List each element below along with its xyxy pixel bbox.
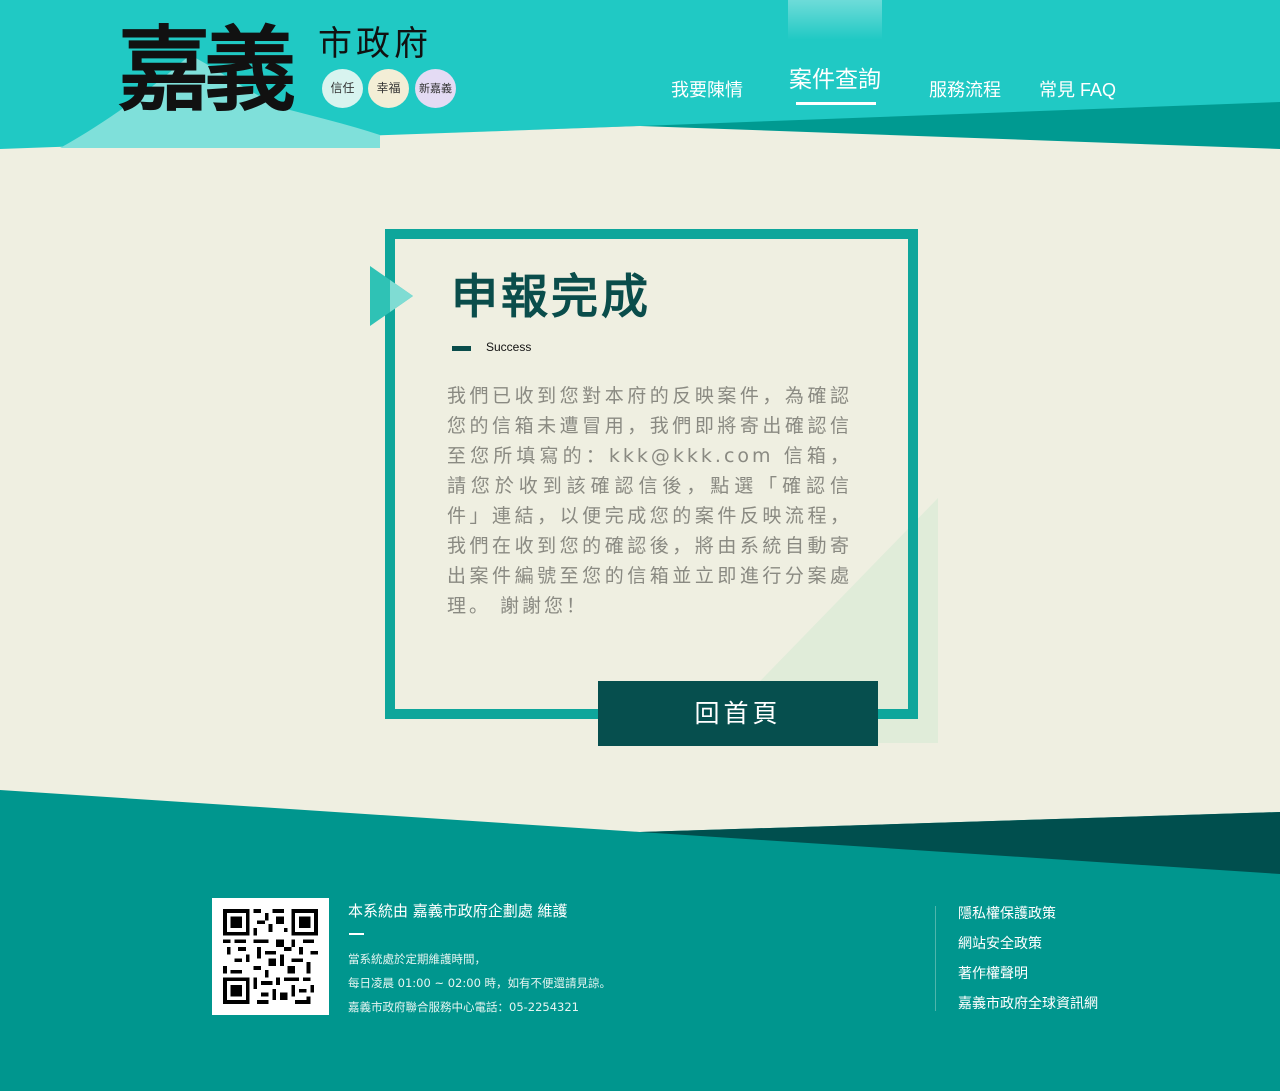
badge-happiness: 幸福 bbox=[368, 69, 409, 108]
privacy-policy-link[interactable]: 隱私權保護政策 bbox=[958, 903, 1056, 923]
success-message: 我們已收到您對本府的反映案件，為確認您的信箱未遭冒用，我們即將寄出確認信至您所填… bbox=[447, 385, 852, 617]
active-nav-underline bbox=[796, 102, 876, 105]
security-policy-link[interactable]: 網站安全政策 bbox=[958, 933, 1042, 953]
back-home-button[interactable]: 回首頁 bbox=[598, 681, 878, 746]
nav-case-query[interactable]: 案件查詢 bbox=[789, 60, 881, 94]
badge-new-chiayi: 新嘉義 bbox=[415, 69, 456, 108]
nav-service-process[interactable]: 服務流程 bbox=[929, 76, 1001, 102]
copyright-link[interactable]: 著作權聲明 bbox=[958, 963, 1028, 983]
title-dash bbox=[452, 346, 471, 351]
footer-divider bbox=[935, 906, 936, 1011]
logo-city-government: 市政府 bbox=[318, 24, 432, 64]
badge-trust: 信任 bbox=[322, 69, 363, 108]
footer-background bbox=[0, 790, 1280, 1091]
site-header: 嘉義 市政府 信任 幸福 新嘉義 我要陳情 案件查詢 服務流程 常見 FAQ bbox=[0, 0, 1280, 160]
success-subtitle: Success bbox=[486, 340, 532, 354]
success-title: 申報完成 bbox=[451, 270, 651, 325]
maintainer-text: 本系統由 嘉義市政府企劃處 維護 bbox=[348, 902, 568, 920]
logo-chiayi[interactable]: 嘉義 bbox=[118, 10, 296, 130]
play-arrow-icon bbox=[370, 266, 413, 326]
maintenance-hours: 每日凌晨 01:00 ~ 02:00 時，如有不便還請見諒。 bbox=[348, 976, 612, 990]
active-nav-highlight bbox=[788, 0, 882, 40]
maintainer-dash bbox=[349, 933, 364, 935]
service-phone: 嘉義市政府聯合服務中心電話：05-2254321 bbox=[348, 1000, 579, 1014]
maintenance-note: 當系統處於定期維護時間， bbox=[348, 952, 486, 966]
nav-faq[interactable]: 常見 FAQ bbox=[1039, 76, 1116, 102]
nav-petition[interactable]: 我要陳情 bbox=[671, 76, 743, 102]
site-footer: 本系統由 嘉義市政府企劃處 維護 當系統處於定期維護時間， 每日凌晨 01:00… bbox=[0, 780, 1280, 1091]
government-site-link[interactable]: 嘉義市政府全球資訊網 bbox=[958, 993, 1098, 1013]
qr-code bbox=[212, 898, 329, 1015]
